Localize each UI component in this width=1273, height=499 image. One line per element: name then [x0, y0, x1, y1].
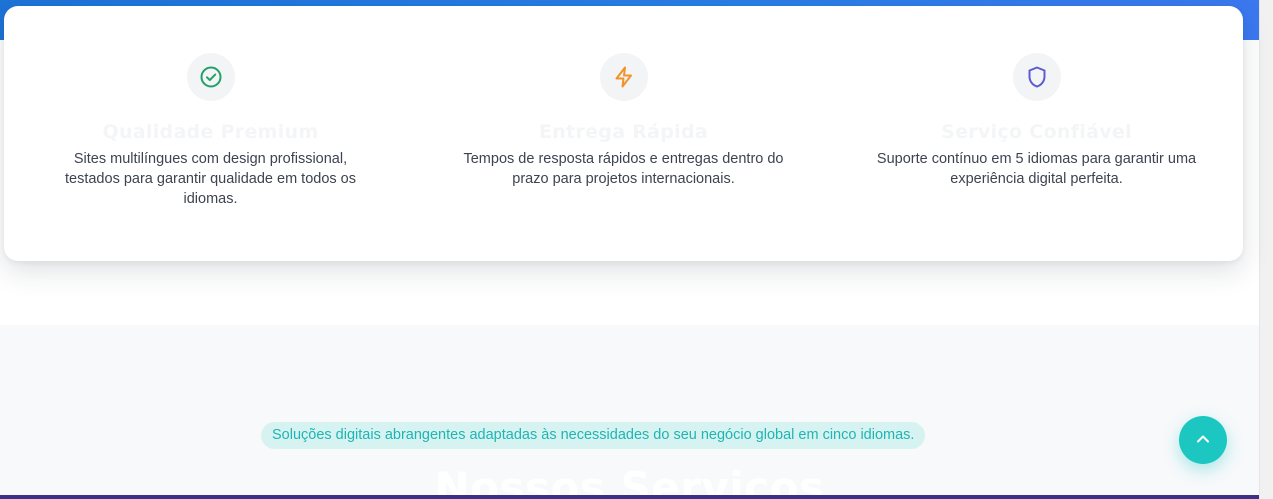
- feature-title: Serviço Confiável: [941, 121, 1132, 143]
- features-card: Qualidade Premium Sites multilíngues com…: [4, 6, 1243, 261]
- feature-reliable: Serviço Confiável Suporte contínuo em 5 …: [830, 6, 1243, 261]
- feature-description: Sites multilíngues com design profission…: [65, 151, 356, 207]
- services-tagline-badge: Soluções digitais abrangentes adaptadas …: [261, 422, 926, 449]
- shield-icon: [1012, 53, 1061, 101]
- scrollbar[interactable]: [1259, 0, 1273, 499]
- feature-delivery: Entrega Rápida Tempos de resposta rápido…: [417, 6, 830, 261]
- bottom-accent-bar: [0, 495, 1259, 499]
- chevron-up-icon: [1193, 429, 1213, 452]
- feature-description: Tempos de resposta rápidos e entregas de…: [463, 151, 784, 187]
- services-heading: Nossos Serviços: [434, 463, 825, 499]
- services-section: Soluções digitais abrangentes adaptadas …: [0, 325, 1259, 499]
- feature-description: Suporte contínuo em 5 idiomas para garan…: [876, 151, 1197, 187]
- lightning-bolt-icon: [599, 53, 648, 101]
- feature-title: Entrega Rápida: [538, 121, 709, 143]
- feature-title: Qualidade Premium: [102, 121, 319, 143]
- back-to-top-button[interactable]: [1179, 416, 1227, 464]
- feature-quality: Qualidade Premium Sites multilíngues com…: [4, 6, 417, 261]
- check-circle-icon: [186, 53, 235, 101]
